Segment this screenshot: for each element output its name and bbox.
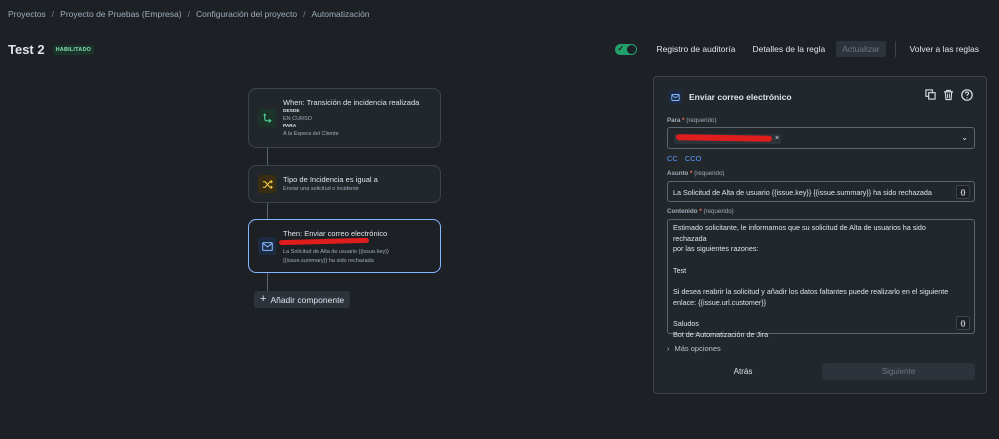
trigger-to-label: PARA [283, 124, 297, 129]
chevron-down-icon[interactable]: ⌄ [961, 133, 968, 142]
mail-icon [258, 237, 276, 255]
breadcrumb: Proyectos / Proyecto de Pruebas (Empresa… [8, 9, 370, 19]
trigger-title: When: Transición de incidencia realizada [283, 98, 420, 107]
action-subject-line-2: {{issue.summary}} ha sido rechazada [283, 258, 374, 264]
cc-links: CC CCO [667, 154, 702, 163]
breadcrumb-project[interactable]: Proyecto de Pruebas (Empresa) [60, 9, 181, 19]
breadcrumb-automation[interactable]: Automatización [311, 9, 369, 19]
content-line: enlace: {{issue.url.customer}} [673, 297, 767, 307]
breadcrumb-separator: / [303, 9, 306, 19]
check-icon: ✓ [617, 43, 625, 53]
toggle-knob [626, 44, 636, 54]
content-field-label: Contenido * (requerido) [667, 208, 734, 215]
flow-connector [267, 273, 268, 291]
action-subject-line-1: La Solicitud de Alta de usuario {{issue.… [283, 249, 389, 255]
trigger-from-value: EN CURSO [283, 116, 313, 122]
flow-connector [267, 148, 268, 165]
trigger-to-value: A la Espera del Cliente [283, 131, 339, 137]
trigger-from-label: DESDE [283, 109, 300, 114]
breadcrumb-projects[interactable]: Proyectos [8, 9, 46, 19]
enable-toggle[interactable]: ✓ [614, 43, 637, 55]
redaction-mark [278, 237, 370, 246]
duplicate-icon[interactable] [924, 88, 937, 101]
panel-actions [924, 88, 973, 101]
smart-value-button[interactable]: {} [956, 316, 970, 330]
condition-card[interactable]: Tipo de Incidencia es igual a Enviar una… [248, 165, 441, 203]
add-component-label: Añadir componente [270, 294, 345, 305]
flow-connector [267, 203, 268, 220]
cc-link[interactable]: CC [667, 154, 678, 163]
breadcrumb-separator: / [51, 9, 55, 19]
transition-icon [258, 109, 276, 127]
shuffle-icon [258, 175, 276, 193]
update-button[interactable]: Actualizar [836, 41, 886, 57]
panel-title: Enviar correo electrónico [689, 92, 792, 102]
toolbar-divider [894, 41, 896, 57]
trash-icon[interactable] [942, 88, 955, 101]
cco-link[interactable]: CCO [685, 154, 702, 163]
audit-log-button[interactable]: Registro de auditoría [651, 41, 742, 57]
more-options-label: Más opciones [674, 344, 721, 353]
action-title: Then: Enviar correo electrónico [283, 229, 388, 238]
back-button[interactable]: Atrás [706, 363, 780, 380]
help-icon[interactable] [960, 88, 973, 101]
content-line [673, 309, 954, 320]
trigger-card[interactable]: When: Transición de incidencia realizada… [248, 88, 441, 148]
subject-field-label: Asunto * (requerido) [667, 170, 725, 177]
to-field[interactable]: × ⌄ [667, 127, 975, 149]
condition-value: Enviar una solicitud o incidente [283, 186, 359, 192]
content-line: por las siguientes razones: [673, 244, 759, 254]
action-config-panel: Enviar correo electrónico Para * (requer… [653, 76, 987, 394]
content-text: Estimado solicitante, le informamos que … [673, 223, 954, 341]
title-row: Test 2 HABILITADO [8, 42, 95, 57]
content-line: Bot de Automatización de Jira [673, 330, 769, 340]
content-field[interactable]: Estimado solicitante, le informamos que … [667, 219, 975, 339]
condition-title: Tipo de Incidencia es igual a [283, 175, 378, 184]
more-options-toggle[interactable]: › Más opciones [667, 344, 721, 353]
content-line: Test [673, 265, 687, 275]
back-to-rules-button[interactable]: Volver a las reglas [904, 41, 985, 57]
content-line [673, 255, 954, 266]
remove-recipient-icon[interactable]: × [775, 134, 779, 144]
action-card[interactable]: Then: Enviar correo electrónico La Solic… [248, 219, 441, 273]
content-line: Saludos [673, 319, 699, 329]
mail-icon [668, 90, 682, 104]
content-line: Si desea reabrir la solicitud y añadir l… [673, 287, 949, 297]
content-line: Estimado solicitante, le informamos que … [673, 223, 926, 243]
subject-field[interactable]: La Solicitud de Alta de usuario {{issue.… [667, 181, 975, 202]
to-field-label: Para * (requerido) [667, 117, 717, 124]
subject-value: La Solicitud de Alta de usuario {{issue.… [673, 188, 932, 197]
page-title: Test 2 [8, 42, 45, 57]
breadcrumb-settings[interactable]: Configuración del proyecto [196, 9, 297, 19]
smart-value-button[interactable]: {} [956, 185, 970, 199]
content-line [673, 277, 954, 288]
breadcrumb-separator: / [187, 9, 190, 19]
rule-details-button[interactable]: Detalles de la regla [746, 41, 831, 57]
chevron-right-icon: › [667, 344, 670, 353]
next-button[interactable]: Siguiente [822, 363, 975, 380]
panel-header: Enviar correo electrónico [668, 90, 792, 104]
plus-icon: + [260, 293, 267, 305]
status-badge: HABILITADO [52, 44, 95, 55]
rule-toolbar: ✓ Registro de auditoría Detalles de la r… [614, 40, 999, 58]
add-component-button[interactable]: + Añadir componente [254, 291, 351, 308]
